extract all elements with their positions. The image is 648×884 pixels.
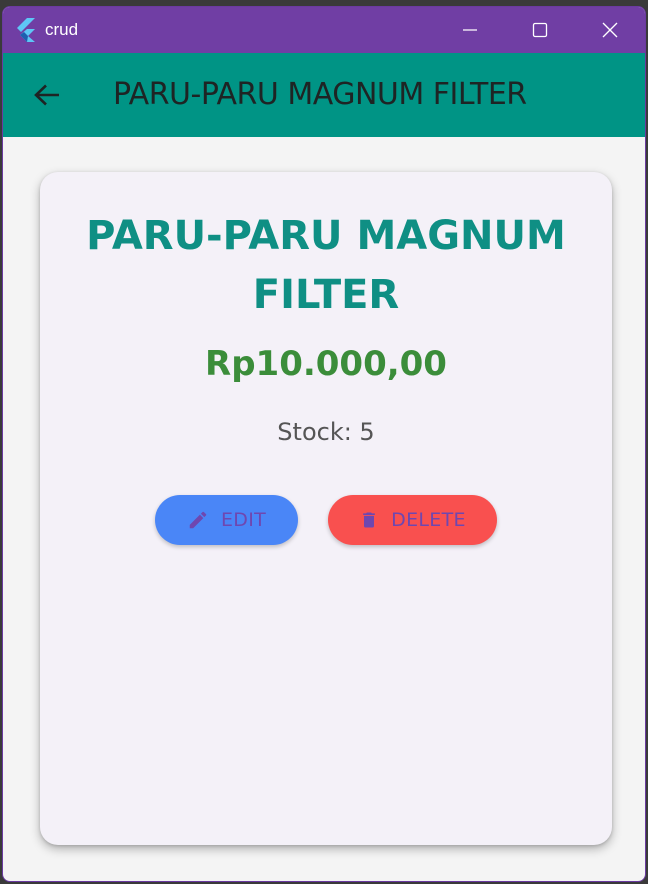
arrow-back-icon[interactable] xyxy=(23,71,71,119)
app-bar: PARU-PARU MAGNUM FILTER xyxy=(3,53,645,137)
page-title: PARU-PARU MAGNUM FILTER xyxy=(113,77,527,112)
product-detail-card: PARU-PARU MAGNUM FILTER Rp10.000,00 Stoc… xyxy=(40,172,612,845)
trash-icon xyxy=(359,509,379,531)
app-window: crud PARU-PARU MAGNUM FILTER PARU-PARU M… xyxy=(2,6,646,882)
product-price: Rp10.000,00 xyxy=(205,344,447,384)
edit-button[interactable]: EDIT xyxy=(155,495,298,545)
product-stock: Stock: 5 xyxy=(277,418,375,446)
product-name: PARU-PARU MAGNUM FILTER xyxy=(86,213,566,318)
minimize-icon[interactable] xyxy=(435,7,505,53)
edit-button-label: EDIT xyxy=(220,509,267,531)
delete-button-label: DELETE xyxy=(391,509,466,531)
close-icon[interactable] xyxy=(575,7,645,53)
delete-button[interactable]: DELETE xyxy=(328,495,497,545)
window-controls xyxy=(435,7,645,53)
window-title: crud xyxy=(45,20,79,39)
flutter-logo-icon xyxy=(15,17,41,43)
pencil-icon xyxy=(187,509,209,531)
maximize-icon[interactable] xyxy=(505,7,575,53)
window-titlebar: crud xyxy=(3,7,645,53)
